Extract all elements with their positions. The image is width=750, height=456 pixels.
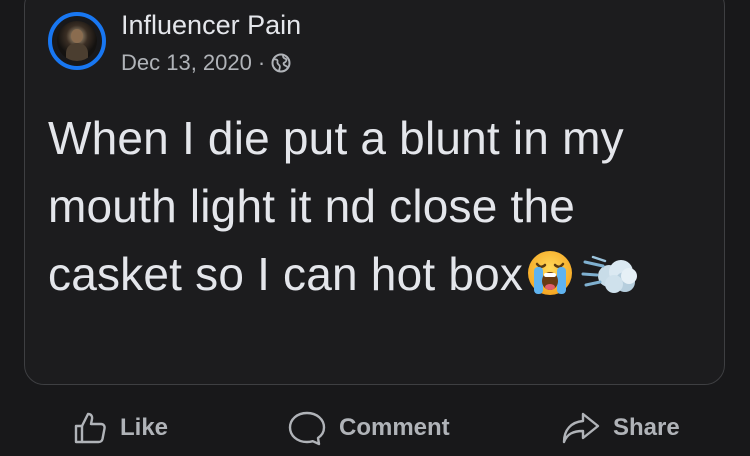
post-meta: Dec 13, 2020 · bbox=[121, 50, 291, 76]
share-button[interactable]: Share bbox=[561, 410, 680, 446]
meta-separator: · bbox=[257, 50, 266, 75]
comment-label: Comment bbox=[339, 414, 450, 441]
post-date[interactable]: Dec 13, 2020 bbox=[121, 50, 252, 76]
share-arrow-icon bbox=[562, 412, 600, 444]
share-label: Share bbox=[613, 414, 680, 441]
avatar-image bbox=[57, 21, 97, 61]
comment-button[interactable]: Comment bbox=[287, 410, 450, 446]
avatar[interactable] bbox=[48, 12, 106, 70]
like-button[interactable]: Like bbox=[72, 410, 168, 446]
loudly-crying-face-emoji bbox=[525, 248, 575, 298]
author-name[interactable]: Influencer Pain bbox=[121, 10, 301, 41]
comment-bubble-icon bbox=[288, 411, 326, 446]
action-bar: Like Comment Share bbox=[0, 400, 750, 456]
globe-icon bbox=[271, 53, 291, 73]
like-label: Like bbox=[120, 414, 169, 441]
thumbs-up-icon bbox=[74, 412, 106, 444]
dashing-away-emoji bbox=[581, 248, 639, 298]
post-body: When I die put a blunt in my mouth light… bbox=[48, 104, 698, 308]
